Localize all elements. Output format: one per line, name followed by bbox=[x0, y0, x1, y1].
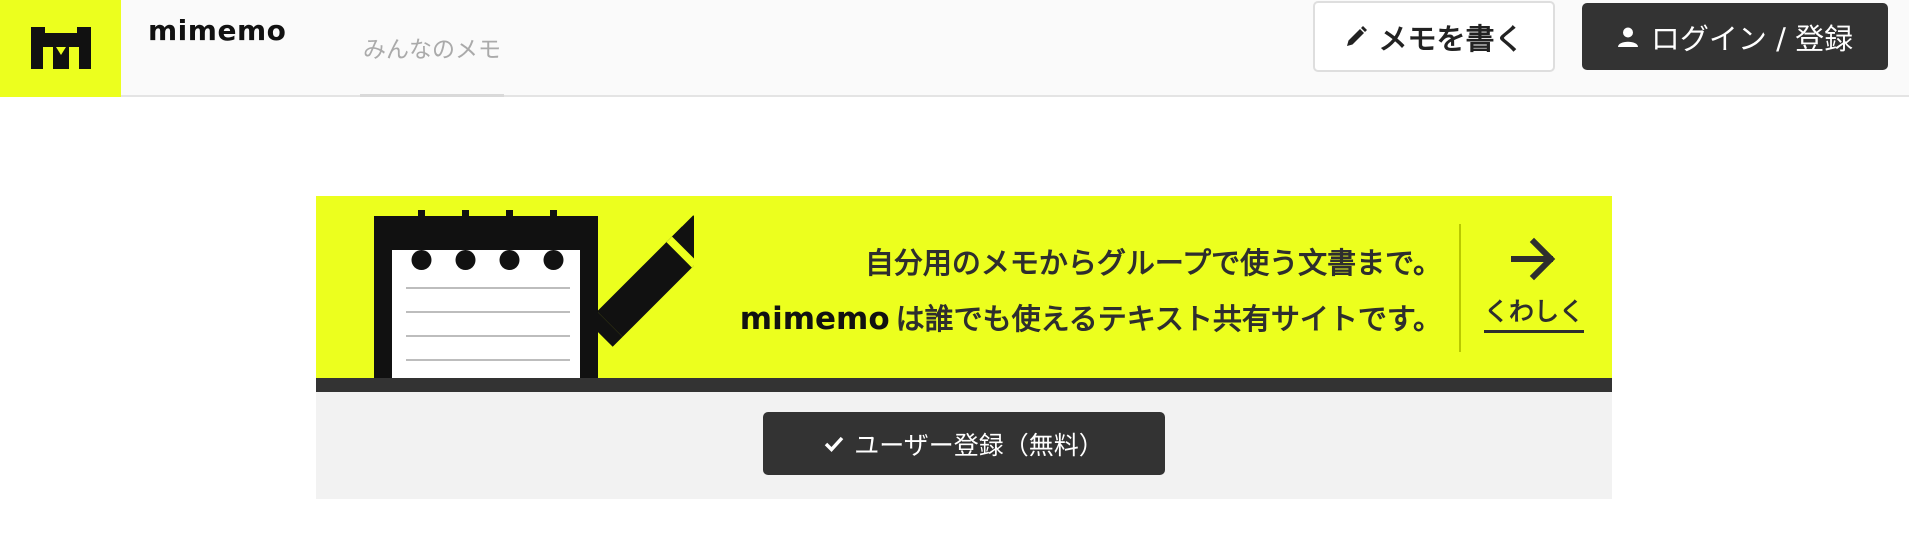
learn-more-link[interactable]: くわしく bbox=[1479, 236, 1589, 346]
notepad-pencil-illustration bbox=[374, 210, 694, 378]
learn-more-label: くわしく bbox=[1483, 292, 1584, 333]
hero-tagline-2: mimemo は誰でも使えるテキスト共有サイトです。 bbox=[740, 296, 1442, 338]
signup-free-label: ユーザー登録（無料） bbox=[854, 430, 1104, 460]
login-register-button[interactable]: ログイン / 登録 bbox=[1582, 3, 1888, 70]
write-memo-label: メモを書く bbox=[1378, 21, 1524, 56]
check-icon bbox=[824, 436, 844, 452]
brand-name[interactable]: mimemo bbox=[148, 14, 286, 47]
write-memo-button[interactable]: メモを書く bbox=[1313, 1, 1555, 72]
arrow-right-icon bbox=[1511, 237, 1556, 281]
site-logo[interactable] bbox=[0, 0, 121, 97]
signup-free-button[interactable]: ユーザー登録（無料） bbox=[763, 412, 1165, 475]
hero-yellow-panel: 自分用のメモからグループで使う文書まで。 mimemo は誰でも使えるテキスト共有… bbox=[316, 196, 1612, 378]
user-icon bbox=[1617, 27, 1638, 47]
hero-banner: 自分用のメモからグループで使う文書まで。 mimemo は誰でも使えるテキスト共有… bbox=[316, 196, 1612, 499]
tab-public-memos[interactable]: みんなのメモ bbox=[360, 0, 504, 97]
hero-tagline-1: 自分用のメモからグループで使う文書まで。 bbox=[864, 246, 1442, 280]
hero-tagline-2-text: は誰でも使えるテキスト共有サイトです。 bbox=[895, 302, 1442, 336]
pencil-icon bbox=[1347, 25, 1368, 46]
hero-dark-bar bbox=[316, 378, 1612, 392]
login-register-label: ログイン / 登録 bbox=[1650, 21, 1854, 56]
hero-brand-name: mimemo bbox=[739, 301, 890, 337]
site-header: mimemo みんなのメモ メモを書く ログイン / 登録 bbox=[0, 0, 1909, 97]
hero-divider bbox=[1459, 224, 1461, 352]
mimemo-logo-icon bbox=[30, 26, 91, 69]
